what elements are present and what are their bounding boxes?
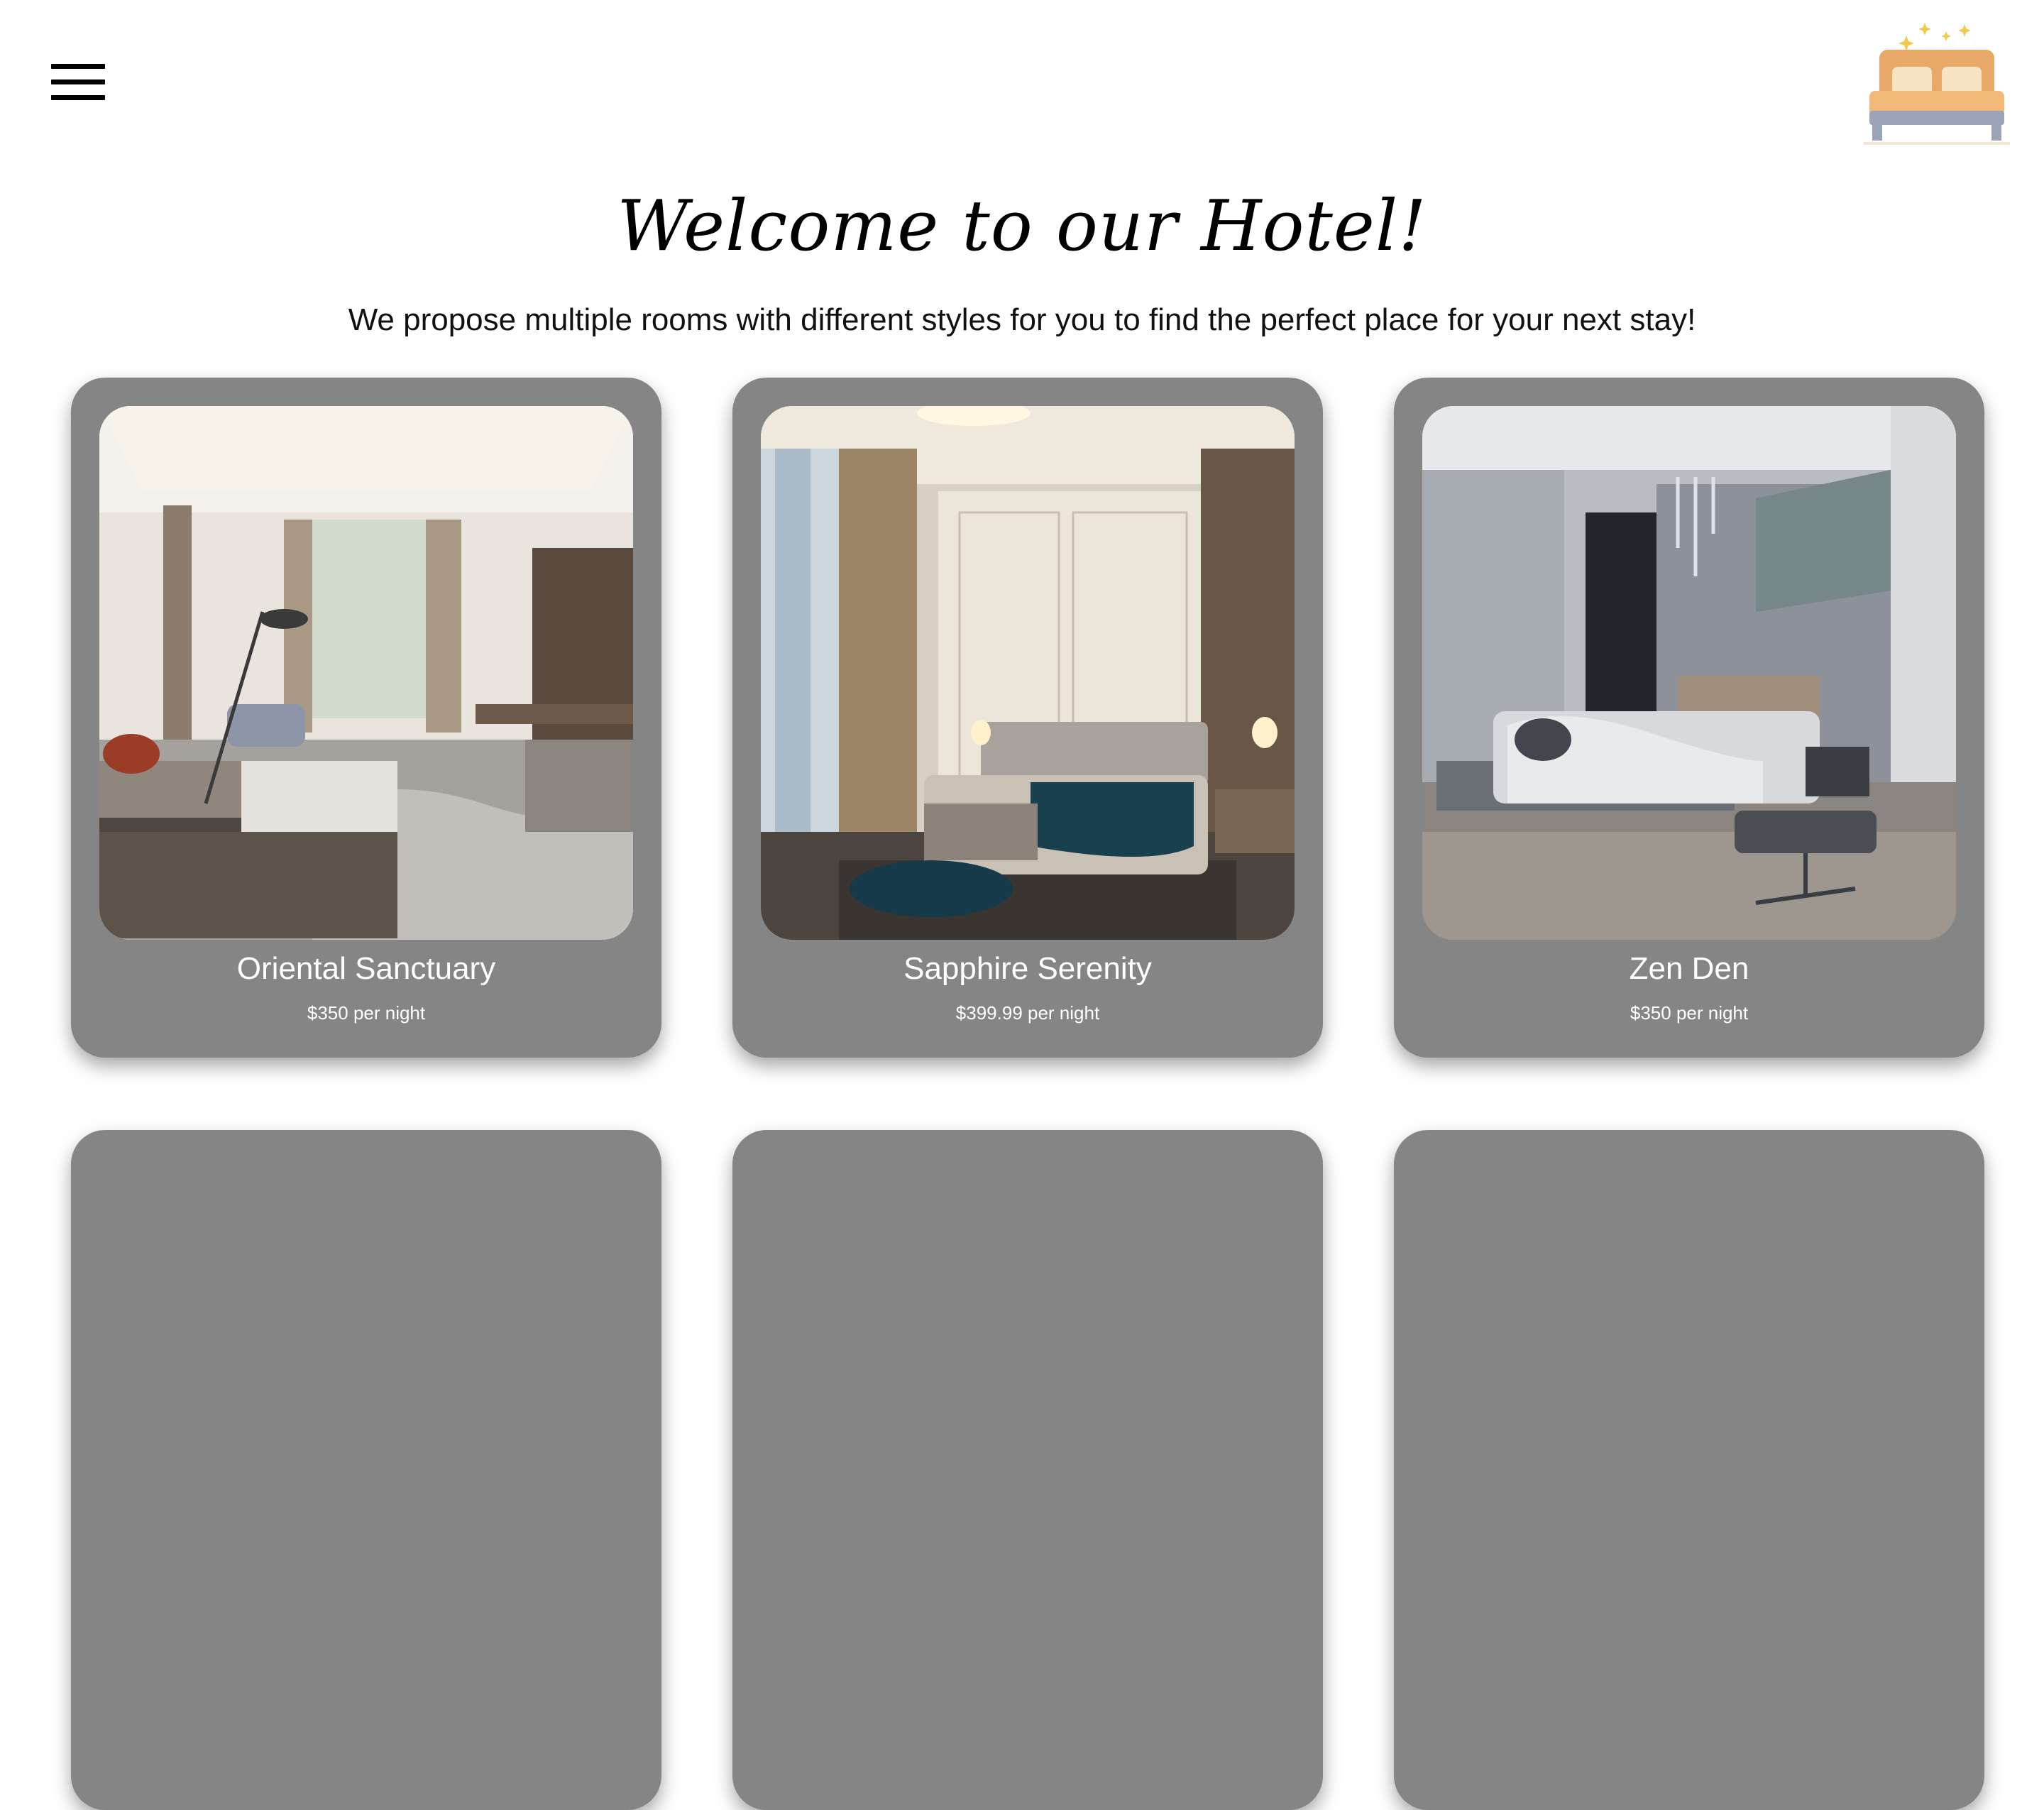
room-card-grid: Oriental Sanctuary $350 per night Sapphi… <box>71 378 1987 1810</box>
room-name: Sapphire Serenity <box>903 951 1152 986</box>
room-photo <box>1422 406 1956 940</box>
page-title: Welcome to our Hotel! <box>617 186 1427 267</box>
room-photo <box>761 406 1295 940</box>
room-name: Zen Den <box>1629 951 1749 986</box>
room-price: $350 per night <box>307 1002 426 1024</box>
room-card-partial[interactable] <box>71 1130 661 1810</box>
room-price: $350 per night <box>1630 1002 1749 1024</box>
room-name: Oriental Sanctuary <box>236 951 496 986</box>
room-photo <box>99 406 633 940</box>
room-price: $399.99 per night <box>955 1002 1100 1024</box>
room-card-oriental-sanctuary[interactable]: Oriental Sanctuary $350 per night <box>71 378 661 1058</box>
hamburger-menu-icon[interactable] <box>51 64 105 101</box>
room-card-partial[interactable] <box>1394 1130 1984 1810</box>
room-card-sapphire-serenity[interactable]: Sapphire Serenity $399.99 per night <box>732 378 1323 1058</box>
room-photo-illustration <box>99 406 633 940</box>
page-subtitle: We propose multiple rooms with different… <box>348 302 1696 337</box>
bed-logo-icon[interactable] <box>1864 20 2010 150</box>
room-photo-illustration <box>761 406 1295 940</box>
room-card-partial[interactable] <box>732 1130 1323 1810</box>
room-photo-illustration <box>1422 406 1956 940</box>
room-card-zen-den[interactable]: Zen Den $350 per night <box>1394 378 1984 1058</box>
